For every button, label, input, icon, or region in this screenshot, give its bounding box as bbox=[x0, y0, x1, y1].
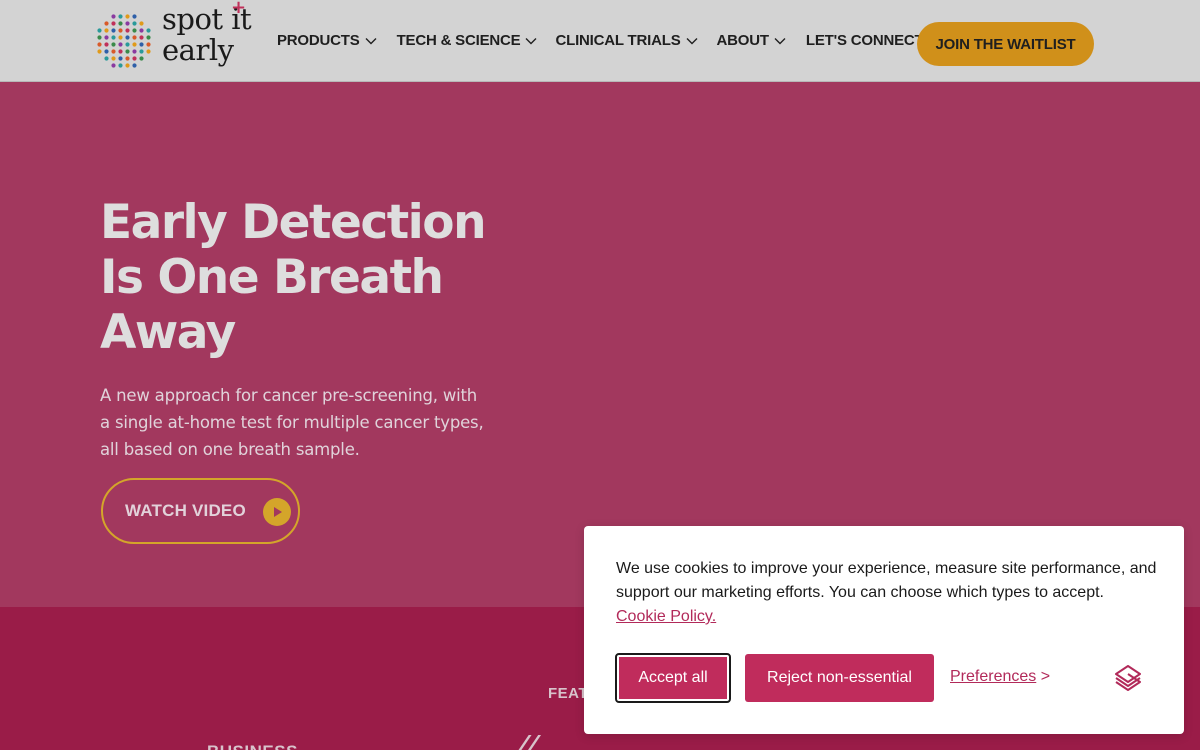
hero-title-line: Early Detection bbox=[100, 195, 487, 250]
logo-dot bbox=[132, 49, 137, 54]
nav-item-clinical-trials[interactable]: CLINICAL TRIALS bbox=[555, 32, 698, 49]
logo-dot bbox=[104, 42, 109, 47]
logo-dot bbox=[132, 28, 137, 33]
logo-dot bbox=[125, 28, 130, 33]
logo-dot bbox=[104, 49, 109, 54]
logo-dot bbox=[132, 42, 137, 47]
featured-heading: FEAT bbox=[548, 685, 589, 702]
nav-label: CLINICAL TRIALS bbox=[555, 32, 681, 49]
logo-dot bbox=[125, 21, 130, 26]
logo-dot bbox=[125, 42, 130, 47]
dot-grid-logo-icon bbox=[97, 14, 151, 68]
nav-item-lets-connect[interactable]: LET'S CONNECT bbox=[806, 32, 924, 49]
hero-subtitle-line: A new approach for cancer pre-screening,… bbox=[100, 386, 478, 405]
accept-all-button[interactable]: Accept all bbox=[615, 653, 731, 703]
business-press-logo: BUSINESS bbox=[207, 742, 298, 750]
nav-item-tech-science[interactable]: TECH & SCIENCE bbox=[397, 32, 538, 49]
logo-dot bbox=[118, 35, 123, 40]
logo-dot bbox=[97, 42, 102, 47]
play-icon bbox=[263, 498, 291, 526]
logo-dot bbox=[125, 35, 130, 40]
logo-dot bbox=[125, 49, 130, 54]
logo-dot bbox=[132, 21, 137, 26]
chevron-down-icon bbox=[686, 37, 698, 44]
nav-label: LET'S CONNECT bbox=[805, 32, 924, 49]
nav-item-products[interactable]: PRODUCTS bbox=[277, 32, 377, 49]
logo-dot bbox=[111, 35, 116, 40]
logo-dot bbox=[132, 56, 137, 61]
watch-video-button[interactable]: WATCH VIDEO bbox=[101, 478, 300, 544]
nav-label: TECH & SCIENCE bbox=[396, 32, 521, 49]
logo-dot bbox=[97, 35, 102, 40]
nav-label: PRODUCTS bbox=[277, 32, 360, 49]
main-nav: PRODUCTS TECH & SCIENCE CLINICAL TRIALS … bbox=[277, 32, 944, 49]
logo-dot bbox=[146, 28, 151, 33]
logo-dot bbox=[125, 63, 130, 68]
logo-dot bbox=[111, 56, 116, 61]
watch-video-label: WATCH VIDEO bbox=[125, 501, 246, 520]
nav-item-about[interactable]: ABOUT bbox=[717, 32, 786, 49]
logo-dot bbox=[139, 56, 144, 61]
logo-dot bbox=[104, 21, 109, 26]
logo-dot bbox=[111, 21, 116, 26]
logo-dot bbox=[111, 42, 116, 47]
logo-dot bbox=[104, 28, 109, 33]
preferences-label: Preferences bbox=[950, 668, 1037, 685]
spot-it-early-logo[interactable]: spot it early + bbox=[96, 0, 258, 78]
chevron-down-icon bbox=[525, 37, 537, 44]
logo-dot bbox=[132, 14, 137, 19]
chevron-down-icon bbox=[774, 37, 786, 44]
hero-title-line: Away bbox=[100, 305, 236, 360]
chevron-down-icon bbox=[365, 37, 377, 44]
logo-dot bbox=[146, 35, 151, 40]
reject-non-essential-button[interactable]: Reject non-essential bbox=[745, 654, 934, 702]
logo-dot bbox=[111, 14, 116, 19]
hero-subtitle-line: a single at-home test for multiple cance… bbox=[100, 413, 484, 432]
logo-dot bbox=[97, 49, 102, 54]
logo-dot bbox=[118, 56, 123, 61]
logo-dot bbox=[118, 14, 123, 19]
cookie-banner: We use cookies to improve your experienc… bbox=[584, 526, 1184, 734]
logo-dot bbox=[104, 56, 109, 61]
logo-dot bbox=[104, 35, 109, 40]
logo-dot bbox=[111, 63, 116, 68]
logo-dot bbox=[118, 49, 123, 54]
preferences-arrow: > bbox=[1040, 668, 1051, 685]
logo-line-2: early bbox=[162, 33, 234, 67]
logo-plus-mark: + bbox=[231, 0, 247, 18]
logo-dot bbox=[118, 28, 123, 33]
logo-dot bbox=[146, 49, 151, 54]
logo-dot bbox=[132, 63, 137, 68]
hero-subtitle-line: all based on one breath sample. bbox=[100, 440, 360, 459]
logo-dot bbox=[139, 49, 144, 54]
logo-dot bbox=[111, 28, 116, 33]
logo-dot bbox=[118, 21, 123, 26]
logo-dot bbox=[132, 35, 137, 40]
logo-dot bbox=[139, 35, 144, 40]
cookie-message-text: We use cookies to improve your experienc… bbox=[616, 560, 1157, 601]
cookie-policy-link[interactable]: Cookie Policy. bbox=[616, 608, 716, 625]
logo-dot bbox=[139, 28, 144, 33]
site-header: spot it early + PRODUCTS TECH & SCIENCE … bbox=[0, 0, 1200, 82]
hero-subtitle: A new approach for cancer pre-screening,… bbox=[100, 382, 500, 463]
hero-title-line: Is One Breath bbox=[100, 250, 444, 305]
logo-dot bbox=[139, 21, 144, 26]
cookie-message: We use cookies to improve your experienc… bbox=[616, 557, 1161, 629]
logo-dot bbox=[118, 63, 123, 68]
hero-title: Early Detection Is One Breath Away bbox=[100, 195, 500, 360]
preferences-link[interactable]: Preferences > bbox=[950, 668, 1050, 686]
logo-dot bbox=[118, 42, 123, 47]
logo-dot bbox=[125, 56, 130, 61]
nav-label: ABOUT bbox=[716, 32, 770, 49]
logo-dot bbox=[125, 14, 130, 19]
logo-dot bbox=[111, 49, 116, 54]
join-waitlist-button[interactable]: JOIN THE WAITLIST bbox=[917, 22, 1094, 66]
logo-dot bbox=[97, 28, 102, 33]
logo-dot bbox=[139, 42, 144, 47]
logo-dot bbox=[146, 42, 151, 47]
cookie-provider-icon bbox=[1115, 665, 1141, 691]
press-logo-mark: // bbox=[512, 731, 543, 750]
